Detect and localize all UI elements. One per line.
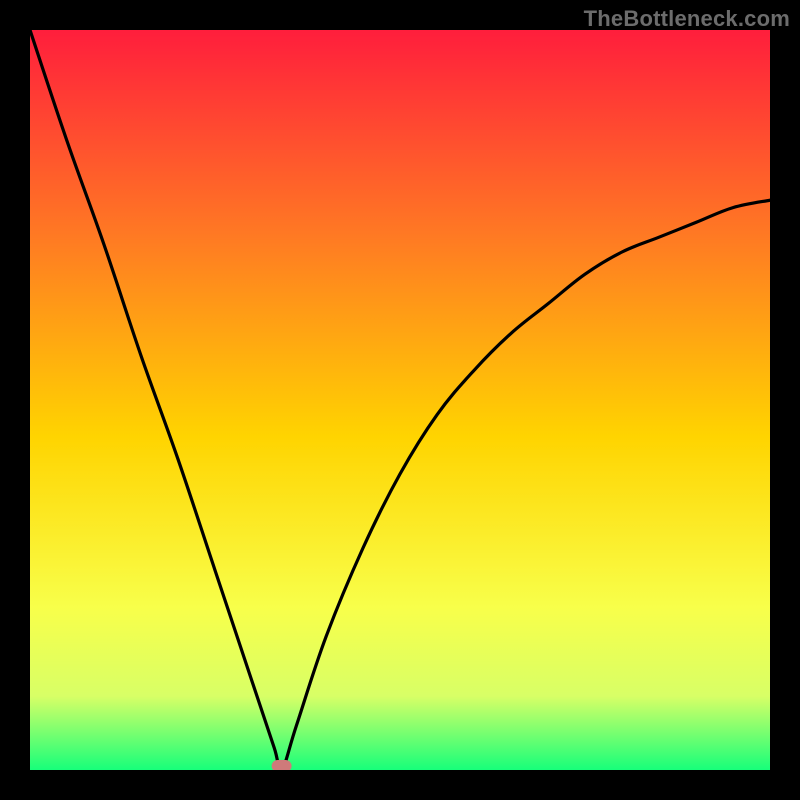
- chart-frame: TheBottleneck.com: [0, 0, 800, 800]
- chart-svg: [30, 30, 770, 770]
- plot-area: [30, 30, 770, 770]
- watermark-text: TheBottleneck.com: [584, 6, 790, 32]
- optimal-marker: [272, 760, 292, 770]
- gradient-background: [30, 30, 770, 770]
